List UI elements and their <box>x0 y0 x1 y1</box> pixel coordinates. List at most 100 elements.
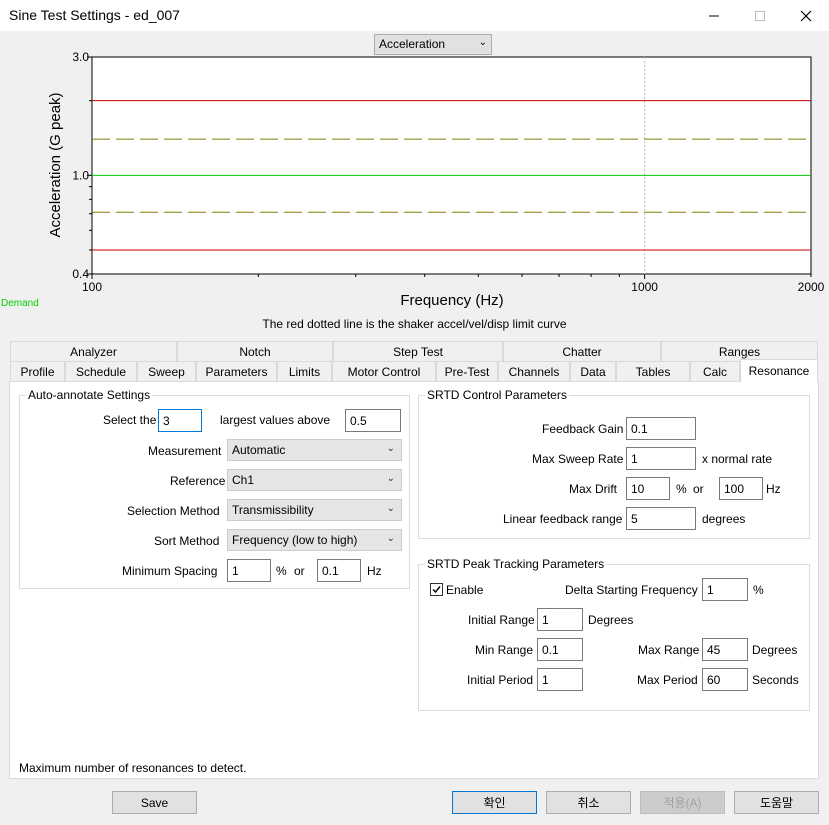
tab-motor-control[interactable]: Motor Control <box>332 361 436 381</box>
degrees-label: Degrees <box>588 613 634 627</box>
max-drift-hz-input[interactable] <box>719 477 763 500</box>
tab-notch[interactable]: Notch <box>177 341 333 361</box>
initial-period-label: Initial Period <box>467 673 534 687</box>
max-sweep-rate-input[interactable] <box>626 447 696 470</box>
max-range-input[interactable] <box>702 638 748 661</box>
hint-text: Maximum number of resonances to detect. <box>19 761 247 775</box>
threshold-input[interactable] <box>345 409 401 432</box>
tab-step-test[interactable]: Step Test <box>333 341 503 361</box>
chevron-down-icon: ⌄ <box>386 443 395 454</box>
degrees-label: degrees <box>702 512 746 526</box>
tab-label: Profile <box>20 364 55 379</box>
window-title: Sine Test Settings - ed_007 <box>9 7 180 23</box>
x-tick-label: 100 <box>82 280 102 294</box>
plot-type-value: Acceleration <box>379 37 446 51</box>
y-tick-label: 3.0 <box>72 50 89 64</box>
max-range-label: Max Range <box>638 643 700 657</box>
tab-label: Step Test <box>393 344 443 359</box>
tab-resonance[interactable]: Resonance <box>740 359 818 382</box>
delta-starting-frequency-input[interactable] <box>702 578 748 601</box>
tab-label: Pre-Test <box>444 364 490 379</box>
close-icon <box>800 10 812 21</box>
max-drift-percent-input[interactable] <box>626 477 670 500</box>
max-period-input[interactable] <box>702 668 748 691</box>
tab-limits[interactable]: Limits <box>277 361 332 381</box>
tab-label: Calc <box>702 364 727 379</box>
min-range-input[interactable] <box>537 638 583 661</box>
chevron-down-icon: ⌄ <box>386 503 395 514</box>
save-button[interactable]: Save <box>112 791 197 814</box>
cancel-button[interactable]: 취소 <box>546 791 631 814</box>
max-sweep-rate-label: Max Sweep Rate <box>532 452 624 466</box>
delta-starting-frequency-label: Delta Starting Frequency <box>565 583 698 597</box>
tab-data[interactable]: Data <box>570 361 616 381</box>
group-title: Auto-annotate Settings <box>26 388 153 402</box>
selection-method-select[interactable]: Transmissibility ⌄ <box>227 499 402 521</box>
tab-label: Tables <box>635 364 671 379</box>
chart-caption: The red dotted line is the shaker accel/… <box>262 317 567 331</box>
reference-select[interactable]: Ch1 ⌄ <box>227 469 402 491</box>
measurement-select[interactable]: Automatic ⌄ <box>227 439 402 461</box>
plot-area <box>91 56 812 275</box>
apply-button: 적용(A) <box>640 791 725 814</box>
percent-label: % <box>276 564 287 578</box>
seconds-label: Seconds <box>752 673 799 687</box>
tab-channels[interactable]: Channels <box>498 361 570 381</box>
largest-values-label: largest values above <box>220 413 331 427</box>
tab-pre-test[interactable]: Pre-Test <box>436 361 498 381</box>
linear-feedback-range-input[interactable] <box>626 507 696 530</box>
tab-label: Limits <box>288 364 321 379</box>
tab-label: Motor Control <box>347 364 421 379</box>
minimize-icon <box>709 15 719 16</box>
plot-type-select[interactable]: Acceleration ⌄ <box>374 34 492 55</box>
minimize-button[interactable] <box>691 0 737 31</box>
tab-schedule[interactable]: Schedule <box>65 361 137 381</box>
y-tick-label: 1.0 <box>72 168 89 182</box>
chevron-down-icon: ⌄ <box>386 473 395 484</box>
tab-chatter[interactable]: Chatter <box>503 341 661 361</box>
feedback-gain-input[interactable] <box>626 417 696 440</box>
tab-calc[interactable]: Calc <box>690 361 740 381</box>
tab-profile[interactable]: Profile <box>10 361 65 381</box>
min-range-label: Min Range <box>475 643 534 657</box>
enable-checkbox[interactable] <box>430 583 443 596</box>
degrees-label: Degrees <box>752 643 798 657</box>
tab-label: Ranges <box>718 344 761 359</box>
reference-value: Ch1 <box>232 473 255 487</box>
tab-analyzer[interactable]: Analyzer <box>10 341 177 361</box>
selection-method-value: Transmissibility <box>232 503 314 517</box>
tab-tables[interactable]: Tables <box>616 361 690 381</box>
tab-sweep[interactable]: Sweep <box>137 361 196 381</box>
ok-button[interactable]: 확인 <box>452 791 537 814</box>
tab-label: Channels <box>508 364 560 379</box>
tab-label: Schedule <box>75 364 127 379</box>
percent-label: % <box>753 583 764 597</box>
tab-label: Resonance <box>748 364 810 378</box>
resonance-count-input[interactable] <box>158 409 202 432</box>
group-title: SRTD Control Parameters <box>425 388 569 402</box>
initial-period-input[interactable] <box>537 668 583 691</box>
x-axis-label: Frequency (Hz) <box>400 292 503 309</box>
spacing-hz-input[interactable] <box>317 559 361 582</box>
x-tick-label: 1000 <box>631 280 658 294</box>
tab-ranges[interactable]: Ranges <box>661 341 818 361</box>
help-button[interactable]: 도움말 <box>734 791 819 814</box>
reference-label: Reference <box>170 474 226 488</box>
sort-method-select[interactable]: Frequency (low to high) ⌄ <box>227 529 402 551</box>
minimum-spacing-label: Minimum Spacing <box>122 564 218 578</box>
measurement-label: Measurement <box>148 444 222 458</box>
sort-method-value: Frequency (low to high) <box>232 533 358 547</box>
tab-label: Sweep <box>148 364 185 379</box>
sort-method-label: Sort Method <box>154 534 220 548</box>
chart-area: 100 1000 2000 0.4 1.0 3.0 Acceleration (G pea… <box>0 31 829 336</box>
group-title: SRTD Peak Tracking Parameters <box>425 557 607 571</box>
tab-parameters[interactable]: Parameters <box>196 361 277 381</box>
tab-label: Chatter <box>562 344 602 359</box>
close-button[interactable] <box>783 0 829 31</box>
spacing-percent-input[interactable] <box>227 559 271 582</box>
chevron-down-icon: ⌄ <box>386 533 395 544</box>
chevron-down-icon: ⌄ <box>478 37 487 48</box>
select-the-label: Select the <box>103 413 157 427</box>
or-label: or <box>294 564 305 578</box>
initial-range-input[interactable] <box>537 608 583 631</box>
